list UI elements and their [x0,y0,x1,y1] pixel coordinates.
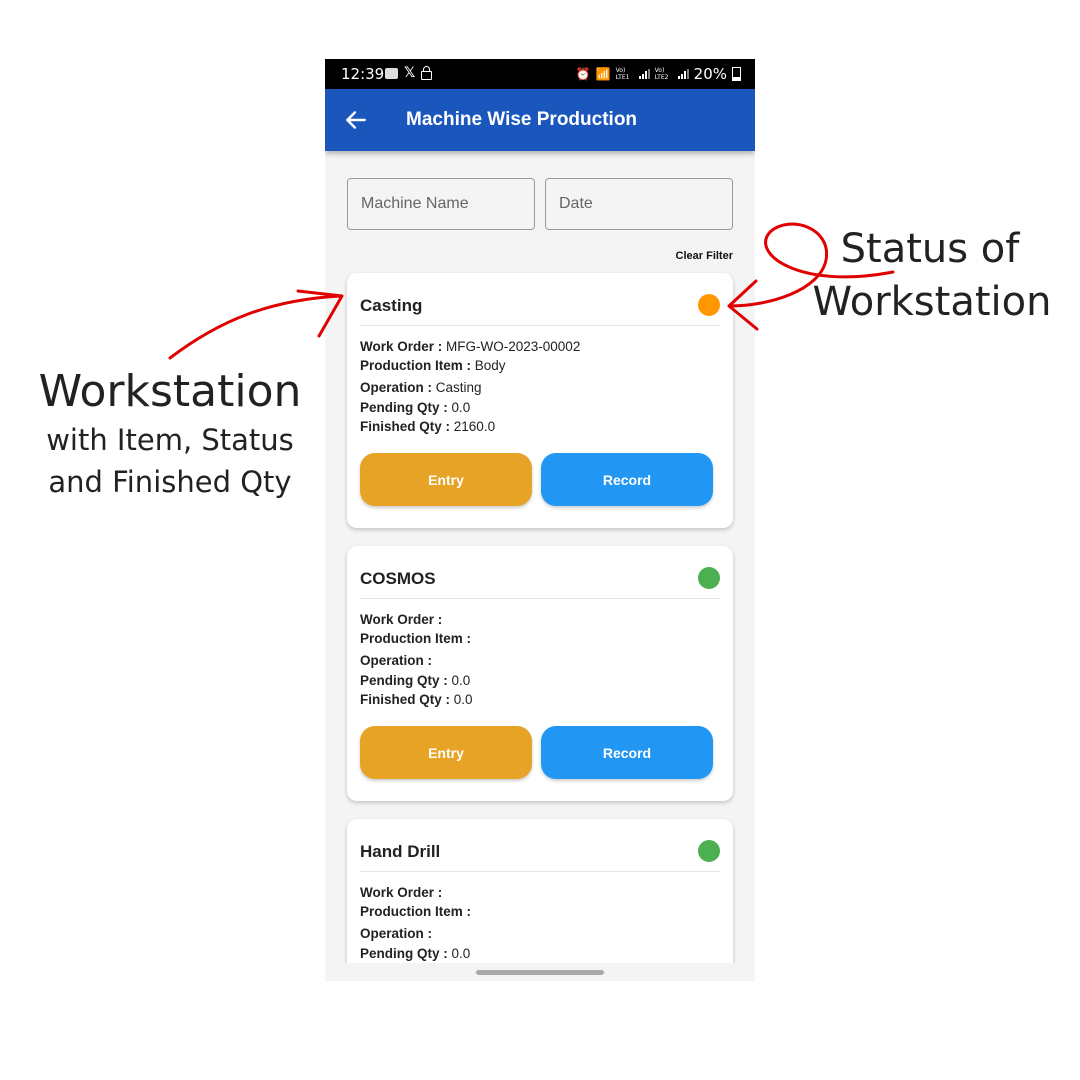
annotation-arrows [168,222,895,360]
workstation-arrow [168,294,342,360]
status-arrow [728,222,895,308]
